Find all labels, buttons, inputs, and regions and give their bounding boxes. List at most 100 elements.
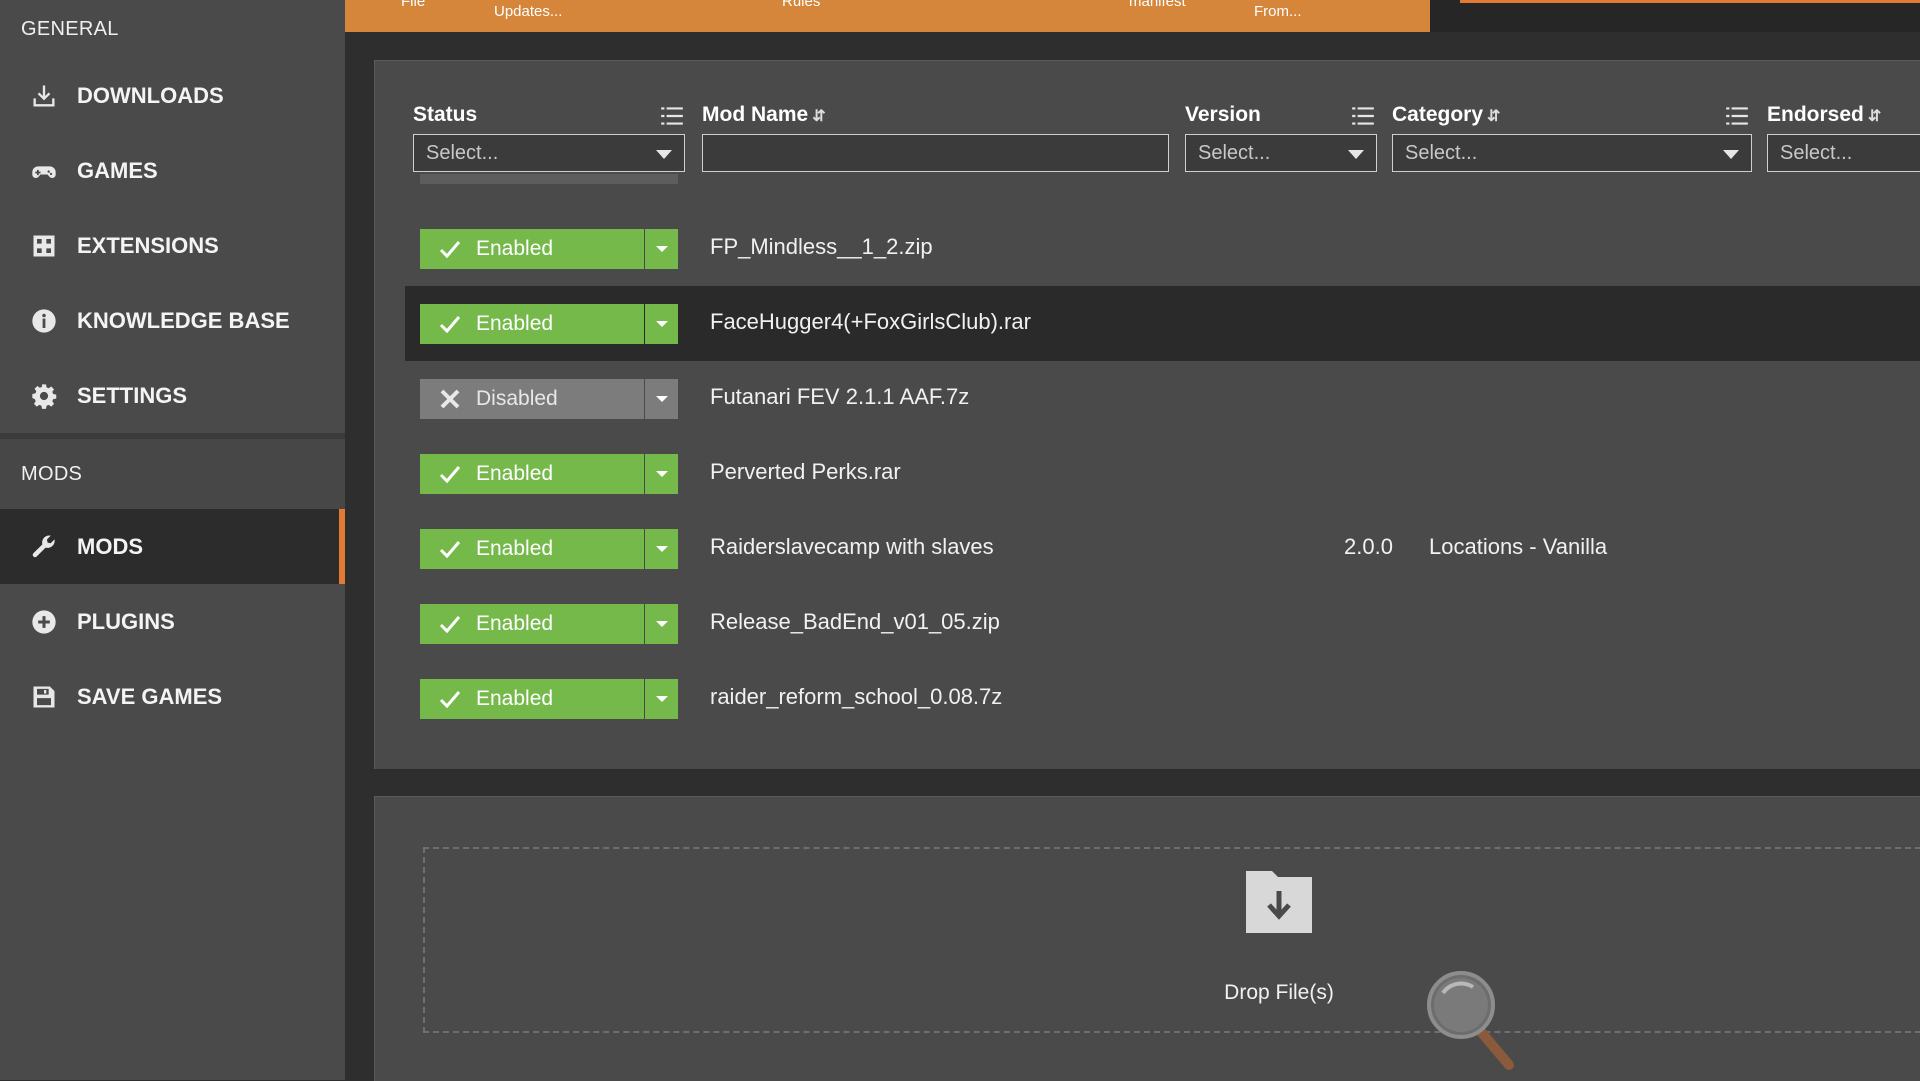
checkmark-icon <box>439 466 461 484</box>
toolbar-button-updates[interactable]: Updates... <box>494 3 562 20</box>
mod-name: raider_reform_school_0.08.7z <box>710 684 1003 709</box>
status-label: Enabled <box>476 312 554 335</box>
column-header-status[interactable]: Status <box>413 103 477 127</box>
sidebar-item-plugins[interactable]: PLUGINS <box>0 584 345 659</box>
scrolled-row-partial <box>420 174 678 184</box>
endorsed-filter-select[interactable]: Select... <box>1767 134 1920 172</box>
sidebar-item-label: DOWNLOADS <box>77 82 224 108</box>
status-filter-select[interactable]: Select... <box>413 134 685 172</box>
sidebar-item-label: MODS <box>77 533 143 559</box>
toolbar-button-file[interactable]: File <box>401 0 425 10</box>
status-label: Enabled <box>476 237 554 260</box>
column-header-category[interactable]: Category ⇵ <box>1392 103 1500 127</box>
status-button[interactable]: Enabled <box>420 679 644 719</box>
mod-name: FP_Mindless__1_2.zip <box>710 234 933 259</box>
sidebar-item-label: EXTENSIONS <box>77 232 219 258</box>
status-dropdown-button[interactable] <box>645 229 678 269</box>
version-filter-select[interactable]: Select... <box>1185 134 1377 172</box>
extensions-icon <box>29 231 59 261</box>
sidebar-item-extensions[interactable]: EXTENSIONS <box>0 208 345 283</box>
status-dropdown-button[interactable] <box>645 604 678 644</box>
checkmark-icon <box>439 241 461 259</box>
chevron-down-icon <box>1723 150 1739 159</box>
status-label: Enabled <box>476 462 554 485</box>
status-toggle: Enabled <box>420 679 678 719</box>
top-toolbar: File Updates... Rules manifest From... <box>345 0 1430 32</box>
gamepad-icon <box>29 156 59 186</box>
toolbar-button-from[interactable]: From... <box>1254 3 1302 20</box>
list-icon[interactable] <box>1724 103 1750 129</box>
checkmark-icon <box>439 316 461 334</box>
mod-name-filter-input[interactable] <box>702 134 1169 172</box>
table-row[interactable]: Enabled Perverted Perks.rar <box>405 436 1920 511</box>
status-button[interactable]: Enabled <box>420 529 644 569</box>
sidebar-item-label: KNOWLEDGE BASE <box>77 307 290 333</box>
toolbar-button-manifest[interactable]: manifest <box>1129 0 1186 10</box>
toolbar-button-rules[interactable]: Rules <box>782 0 820 10</box>
status-dropdown-button[interactable] <box>645 529 678 569</box>
status-button[interactable]: Disabled <box>420 379 644 419</box>
table-row[interactable]: Enabled raider_reform_school_0.08.7z <box>405 661 1920 736</box>
sidebar-item-downloads[interactable]: DOWNLOADS <box>0 58 345 133</box>
sidebar-item-mods[interactable]: MODS <box>0 509 345 584</box>
sidebar-item-games[interactable]: GAMES <box>0 133 345 208</box>
sidebar-item-label: GAMES <box>77 157 158 183</box>
sidebar-item-label: SAVE GAMES <box>77 683 223 709</box>
select-placeholder: Select... <box>426 142 499 164</box>
table-row[interactable]: Enabled Release_BadEnd_v01_05.zip <box>405 586 1920 661</box>
status-toggle: Enabled <box>420 454 678 494</box>
list-icon[interactable] <box>659 103 685 129</box>
magnifier-icon[interactable] <box>1425 967 1521 1071</box>
mod-name: FaceHugger4(+FoxGirlsClub).rar <box>710 309 1031 334</box>
info-icon <box>29 306 59 336</box>
plus-circle-icon <box>29 607 59 637</box>
table-row[interactable]: Enabled Raiderslavecamp with slaves 2.0.… <box>405 511 1920 586</box>
mod-name: Futanari FEV 2.1.1 AAF.7z <box>710 384 970 409</box>
drop-panel: Drop File(s) <box>374 796 1920 1081</box>
status-toggle: Enabled <box>420 529 678 569</box>
status-button[interactable]: Enabled <box>420 229 644 269</box>
column-header-mod-name[interactable]: Mod Name ⇵ <box>702 103 826 127</box>
sidebar-item-save-games[interactable]: SAVE GAMES <box>0 659 345 734</box>
status-dropdown-button[interactable] <box>645 304 678 344</box>
mod-version: 2.0.0 <box>1344 534 1393 559</box>
column-header-version[interactable]: Version <box>1185 103 1261 127</box>
status-button[interactable]: Enabled <box>420 454 644 494</box>
sidebar-section-general: GENERAL <box>21 18 119 40</box>
mod-category: Locations - Vanilla <box>1429 534 1608 559</box>
list-icon[interactable] <box>1350 103 1376 129</box>
status-dropdown-button[interactable] <box>645 454 678 494</box>
close-icon <box>440 389 460 409</box>
column-header-label: Endorsed <box>1767 103 1864 126</box>
table-row[interactable]: Enabled FaceHugger4(+FoxGirlsClub).rar <box>405 286 1920 361</box>
column-header-label: Category <box>1392 103 1484 126</box>
column-header-endorsed[interactable]: Endorsed ⇵ <box>1767 103 1881 127</box>
mod-name: Raiderslavecamp with slaves <box>710 534 994 559</box>
sidebar-item-knowledge-base[interactable]: KNOWLEDGE BASE <box>0 283 345 358</box>
download-icon <box>29 81 59 111</box>
sort-icon: ⇵ <box>1487 108 1501 125</box>
status-button[interactable]: Enabled <box>420 304 644 344</box>
sidebar-item-settings[interactable]: SETTINGS <box>0 358 345 433</box>
status-toggle: Enabled <box>420 604 678 644</box>
status-label: Disabled <box>476 387 558 410</box>
table-row[interactable]: Enabled FP_Mindless__1_2.zip <box>405 211 1920 286</box>
category-filter-select[interactable]: Select... <box>1392 134 1752 172</box>
sidebar-item-label: PLUGINS <box>77 608 175 634</box>
column-header-label: Mod Name <box>702 103 809 126</box>
status-toggle: Disabled <box>420 379 678 419</box>
status-dropdown-button[interactable] <box>645 679 678 719</box>
mod-name: Perverted Perks.rar <box>710 459 901 484</box>
select-placeholder: Select... <box>1405 142 1478 164</box>
status-label: Enabled <box>476 687 554 710</box>
status-button[interactable]: Enabled <box>420 604 644 644</box>
status-dropdown-button[interactable] <box>645 379 678 419</box>
folder-download-icon[interactable] <box>1244 865 1314 935</box>
chevron-down-icon <box>1348 150 1364 159</box>
status-label: Enabled <box>476 537 554 560</box>
table-row[interactable]: Disabled Futanari FEV 2.1.1 AAF.7z <box>405 361 1920 436</box>
sidebar: GENERAL DOWNLOADS GAMES EXTENSIONS KNOWL… <box>0 0 345 1080</box>
column-header-label: Version <box>1185 103 1261 126</box>
gear-icon <box>29 381 59 411</box>
file-drop-zone[interactable] <box>423 847 1920 1033</box>
